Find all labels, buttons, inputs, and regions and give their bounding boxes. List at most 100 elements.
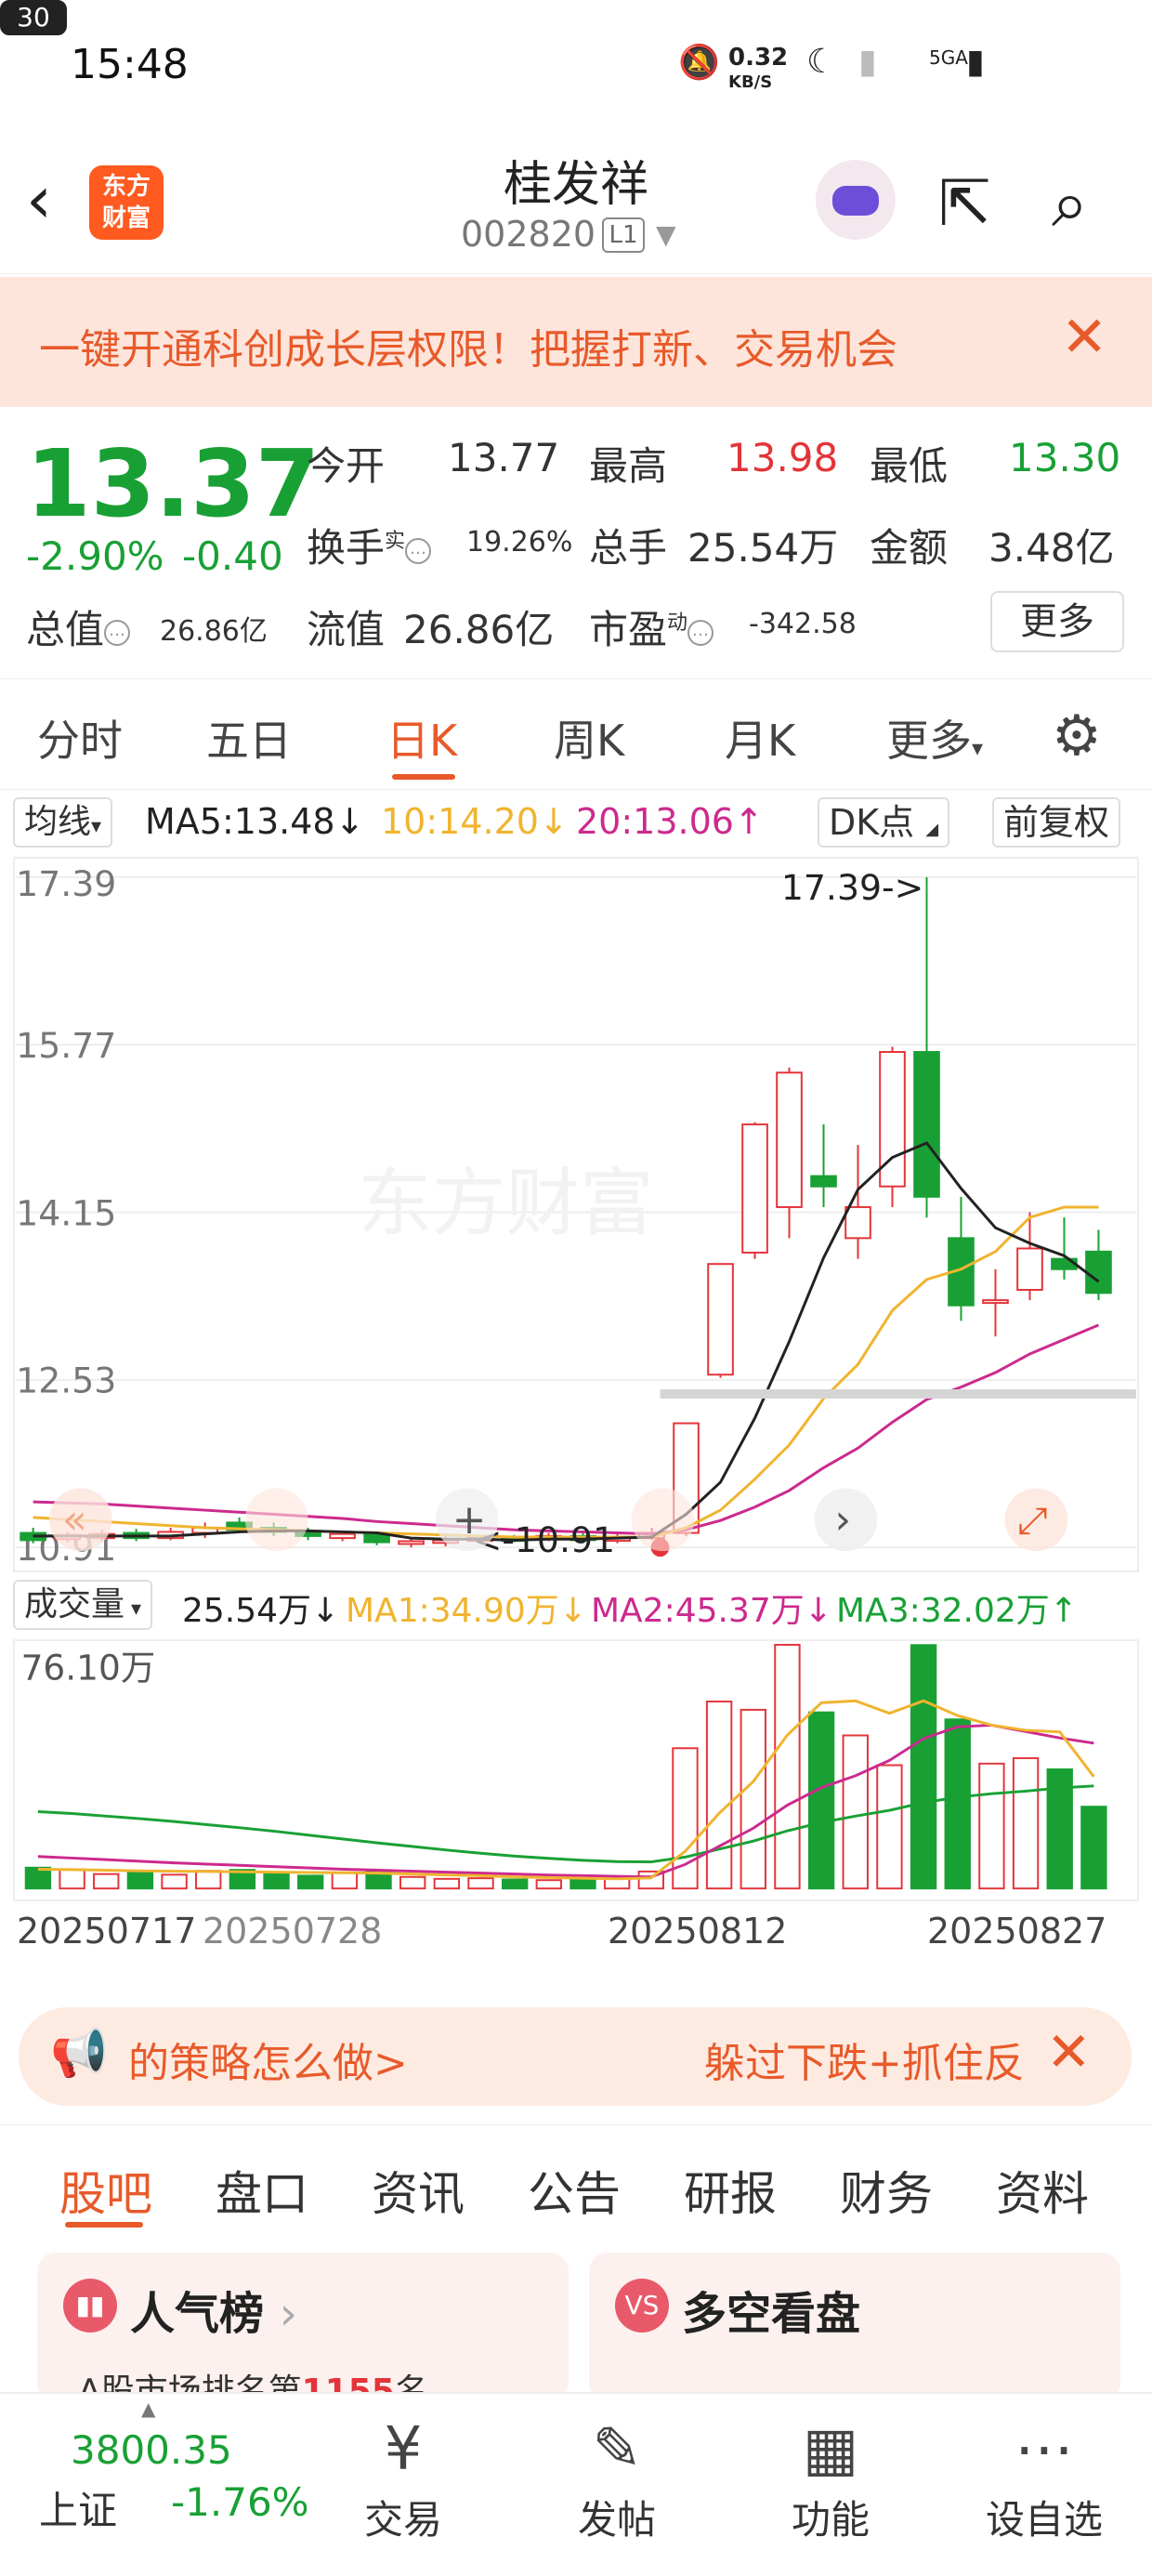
- volume-bar: [59, 1868, 85, 1890]
- bull-bear-card[interactable]: VS 多空看盘: [589, 2253, 1120, 2401]
- tab-five-day[interactable]: 五日: [206, 707, 292, 769]
- tab-guba[interactable]: 股吧: [59, 2157, 152, 2224]
- info-icon[interactable]: …: [405, 537, 432, 564]
- candle-body: [1085, 1250, 1112, 1295]
- double-chevron-left-icon: «: [62, 1496, 87, 1544]
- app-logo[interactable]: 东方 财富: [89, 165, 164, 240]
- index-change[interactable]: -1.76%: [171, 2479, 309, 2525]
- date-tick: 20250717: [17, 1911, 197, 1952]
- volume-bar: [399, 1875, 426, 1890]
- ma-indicator-bar: 均线▾ MA5:13.48↓ 10:14.20↓ 20:13.06↑ DK点 ◢…: [0, 795, 1152, 851]
- volume-bar: [774, 1643, 801, 1890]
- ma5-value: MA5:13.48↓: [145, 801, 365, 842]
- candle-body: [329, 1532, 356, 1540]
- active-tab-indicator: [65, 2222, 143, 2228]
- reset-button[interactable]: [631, 1488, 695, 1552]
- strategy-banner[interactable]: 📢 的策略怎么做> 躲过下跌+抓住反 ✕: [19, 2007, 1132, 2106]
- close-icon[interactable]: ✕: [1061, 305, 1107, 370]
- popularity-card[interactable]: ▮▮ 人气榜 › A股市场排名第1155名: [37, 2253, 569, 2411]
- tab-finance[interactable]: 财务: [840, 2157, 933, 2224]
- volume-bar: [24, 1866, 52, 1890]
- megaphone-icon: 📢: [50, 2026, 109, 2080]
- volume-bar: [433, 1877, 461, 1890]
- nav-functions-label: 功能: [791, 2497, 870, 2543]
- turnover-value: 19.26%: [466, 526, 573, 559]
- date-tick: 20250728: [203, 1911, 383, 1952]
- info-icon[interactable]: …: [687, 619, 714, 646]
- close-icon[interactable]: ✕: [1046, 2020, 1092, 2083]
- tab-announcements[interactable]: 公告: [528, 2157, 621, 2224]
- ma10-line: [33, 1205, 1099, 1539]
- zoom-out-button[interactable]: [244, 1488, 308, 1552]
- share-icon[interactable]: ⇱: [938, 167, 991, 241]
- high-label: 最高: [589, 443, 668, 489]
- moon-icon: ☾: [806, 43, 837, 81]
- pe-label: 市盈动…: [589, 598, 714, 655]
- volume-bar: [569, 1878, 596, 1890]
- dk-point-button[interactable]: DK点 ◢: [818, 797, 950, 848]
- edit-icon: ✎: [592, 2415, 642, 2484]
- volume-bar: [263, 1873, 290, 1890]
- tab-more[interactable]: 更多▾: [886, 707, 983, 769]
- candle-body: [810, 1175, 837, 1188]
- info-icon[interactable]: …: [104, 619, 131, 646]
- caret-up-icon: ▲: [141, 2398, 156, 2420]
- stock-code[interactable]: 002820: [461, 214, 596, 255]
- nav-trade-label: 交易: [363, 2497, 442, 2543]
- index-value[interactable]: 3800.35: [71, 2427, 232, 2473]
- nav-functions[interactable]: ▦ 功能: [756, 2411, 905, 2545]
- nav-post[interactable]: ✎ 发帖: [543, 2411, 691, 2545]
- y-tick-label: 15.77: [16, 1025, 116, 1066]
- more-button[interactable]: 更多: [990, 591, 1124, 652]
- grid-icon: ▦: [802, 2415, 859, 2484]
- volume-select[interactable]: 成交量 ▾: [13, 1580, 153, 1630]
- strategy-text-left[interactable]: 的策略怎么做>: [128, 2030, 408, 2089]
- tab-profile[interactable]: 资料: [996, 2157, 1089, 2224]
- tab-pankou[interactable]: 盘口: [216, 2157, 308, 2224]
- volume-bar: [161, 1873, 188, 1890]
- nav-post-label: 发帖: [577, 2497, 656, 2543]
- chevron-down-icon[interactable]: ▼: [656, 219, 676, 250]
- tab-daily-k[interactable]: 日K: [386, 707, 457, 769]
- level-badge[interactable]: L1: [602, 217, 645, 253]
- nav-trade[interactable]: ¥ 交易: [329, 2411, 478, 2545]
- turnover-label: 换手实…: [307, 517, 432, 573]
- strategy-text-right[interactable]: 躲过下跌+抓住反: [704, 2030, 1025, 2089]
- watermark: 东方财富: [358, 1162, 653, 1244]
- bull-bear-card-title: 多空看盘: [682, 2288, 861, 2340]
- chevron-right-icon: ›: [835, 1496, 852, 1544]
- date-axis: 20250717 20250728 20250812 20250827: [0, 1907, 1152, 1963]
- candle-body: [707, 1263, 734, 1376]
- volume-bar: [740, 1708, 766, 1890]
- candle-body: [982, 1299, 1009, 1305]
- back-icon[interactable]: ‹: [26, 167, 52, 232]
- adjust-button[interactable]: 前复权: [992, 797, 1121, 848]
- candle-body: [398, 1540, 425, 1545]
- y-tick-label: 17.39: [16, 863, 116, 904]
- assistant-robot-icon[interactable]: [816, 160, 896, 240]
- tab-news[interactable]: 资讯: [372, 2157, 465, 2224]
- volume-chart[interactable]: 76.10万: [13, 1639, 1139, 1901]
- date-tick: 20250812: [608, 1911, 788, 1952]
- index-name[interactable]: 上证: [39, 2479, 117, 2536]
- vol-ma3: MA3:32.02万↑: [836, 1592, 1078, 1630]
- tab-intraday[interactable]: 分时: [37, 707, 123, 769]
- search-icon[interactable]: ⌕: [1052, 165, 1088, 243]
- kline-chart[interactable]: 东方财富 17.3915.7714.1512.5310.91 17.39-> <…: [13, 857, 1139, 1572]
- volume-bar: [501, 1878, 529, 1890]
- tab-research[interactable]: 研报: [684, 2157, 777, 2224]
- ma-select[interactable]: 均线▾: [13, 797, 113, 848]
- tab-weekly-k[interactable]: 周K: [554, 707, 624, 769]
- nav-watchlist[interactable]: ⋯ 设自选: [970, 2411, 1119, 2545]
- vol-ma2: MA2:45.37万↓: [591, 1592, 832, 1630]
- net-speed: 0.32 KB/S: [728, 44, 789, 92]
- gear-icon[interactable]: ⚙: [1052, 703, 1102, 769]
- volume-bar: [93, 1873, 120, 1890]
- low-value: 13.30: [1009, 435, 1121, 480]
- promo-banner[interactable]: 一键开通科创成长层权限！把握打新、交易机会 ✕: [0, 277, 1152, 407]
- tab-monthly-k[interactable]: 月K: [725, 707, 795, 769]
- volume-bar: [467, 1877, 494, 1890]
- date-tick: 20250827: [927, 1911, 1107, 1952]
- candle-body: [844, 1205, 871, 1240]
- bottom-nav: ▲ 3800.35 上证 -1.76% ¥ 交易 ✎ 发帖 ▦ 功能 ⋯ 设自选: [0, 2392, 1152, 2576]
